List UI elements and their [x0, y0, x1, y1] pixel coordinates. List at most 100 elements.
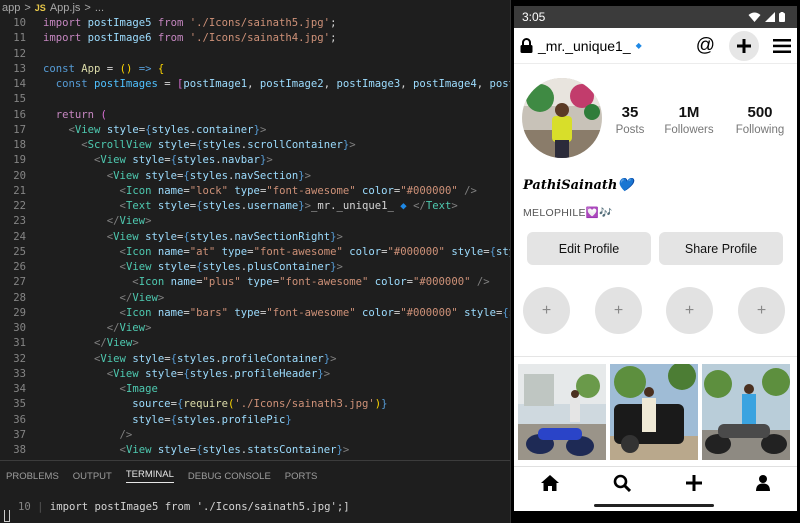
code-line: 37 />: [0, 428, 510, 443]
post-image: [518, 364, 606, 460]
share-profile-button[interactable]: Share Profile: [659, 232, 783, 265]
highlight-add-button[interactable]: +: [523, 287, 570, 334]
line-number: 28: [13, 291, 26, 304]
display-name: PathiSainath💙: [523, 178, 634, 193]
code-line: 34 <Image: [0, 382, 510, 397]
code-line: 26 <View style={styles.plusContainer}>: [0, 260, 510, 275]
line-number: 25: [13, 245, 26, 258]
user-icon[interactable]: [755, 474, 770, 491]
line-number: 12: [13, 47, 26, 60]
line-number: 18: [13, 139, 26, 151]
search-icon[interactable]: [613, 474, 632, 492]
code-line: 17 <View style={styles.container}>: [0, 123, 510, 138]
line-number: 22: [13, 200, 26, 212]
terminal-text: import postImage5 from './Icons/sainath5…: [49, 501, 350, 513]
code-editor[interactable]: app > JS App.js > ... 10 import postImage…: [0, 0, 510, 523]
tab-problems[interactable]: PROBLEMS: [6, 471, 59, 482]
line-number: 10: [13, 17, 26, 29]
code-line: 29 <Icon name="bars" type="font-awesome"…: [0, 306, 510, 321]
terminal-line[interactable]: 10 | import postImage5 from './Icons/sai…: [18, 501, 350, 513]
phone-screen: 3:05 _mr._unique1_ ◆ @ 35 Posts 1M Follo…: [514, 6, 797, 511]
line-number: 15: [13, 93, 26, 106]
divider: [514, 356, 797, 357]
signal-icon: [765, 12, 775, 22]
at-icon[interactable]: @: [696, 35, 715, 57]
code-area[interactable]: 10 import postImage5 from './Icons/sainat…: [0, 16, 510, 460]
line-number: 33: [13, 367, 26, 380]
username[interactable]: _mr._unique1_: [538, 38, 631, 54]
code-line: 19 <View style={styles.navbar}>: [0, 153, 510, 168]
code-line: 13 const App = () => {: [0, 62, 510, 77]
bars-icon[interactable]: [773, 38, 791, 53]
code-line: 15: [0, 92, 510, 107]
tab-terminal[interactable]: TERMINAL: [125, 469, 174, 483]
tab-ports[interactable]: PORTS: [285, 471, 318, 482]
post-thumbnail[interactable]: [702, 364, 790, 460]
stat-posts[interactable]: 35 Posts: [600, 104, 660, 136]
line-number: 31: [13, 337, 26, 350]
line-number: 17: [13, 123, 26, 136]
stat-following[interactable]: 500 Following: [730, 104, 790, 136]
tab-debug-console[interactable]: DEBUG CONSOLE: [188, 471, 271, 482]
breadcrumb: app > JS App.js > ...: [0, 0, 510, 16]
highlight-add-button[interactable]: +: [595, 287, 642, 334]
code-line: 22 <Text style={styles.username}>_mr._un…: [0, 199, 510, 214]
highlight-add-button[interactable]: +: [738, 287, 785, 334]
post-thumbnail[interactable]: [610, 364, 698, 460]
code-line: 33 <View style={styles.profileHeader}>: [0, 367, 510, 382]
code-line: 35 source={require('./Icons/sainath3.jpg…: [0, 397, 510, 412]
code-line: 16 return (: [0, 108, 510, 123]
line-number: 23: [13, 215, 26, 228]
line-number: 37: [13, 428, 26, 441]
line-number: 29: [13, 306, 26, 319]
code-line: 38 <View style={styles.statsContainer}>: [0, 443, 510, 458]
edit-profile-button[interactable]: Edit Profile: [527, 232, 651, 265]
plus-container[interactable]: [729, 30, 759, 61]
tab-output[interactable]: OUTPUT: [73, 471, 112, 482]
post-thumbnail[interactable]: [518, 364, 606, 460]
code-line: 36 style={styles.profilePic}: [0, 413, 510, 428]
line-number: 36: [13, 413, 26, 426]
stat-label: Posts: [615, 124, 645, 136]
code-line: 14 const postImages = [postImage1, postI…: [0, 77, 510, 92]
post-image: [610, 364, 698, 460]
code-line: 24 <View style={styles.navSectionRight}>: [0, 230, 510, 245]
code-line: 32 <View style={styles.profileContainer}…: [0, 352, 510, 367]
code-line: 12: [0, 47, 510, 62]
line-number: 21: [13, 184, 26, 197]
nav-section-right: @: [696, 30, 791, 61]
profile-photo-image: [522, 78, 602, 158]
line-number: 16: [13, 108, 26, 121]
profile-picture[interactable]: [522, 78, 602, 158]
plus-icon: [737, 38, 751, 53]
diamond-icon: ◆: [635, 41, 642, 50]
home-icon[interactable]: [541, 474, 560, 491]
highlight-add-button[interactable]: +: [666, 287, 713, 334]
code-line: 28 </View>: [0, 291, 510, 306]
line-number: 24: [13, 230, 26, 243]
lock-icon: [520, 38, 533, 53]
code-line: 21 <Icon name="lock" type="font-awesome"…: [0, 184, 510, 199]
terminal-line-number: 10: [18, 501, 31, 513]
stat-followers[interactable]: 1M Followers: [659, 104, 719, 136]
bottom-panel: PROBLEMS OUTPUT TERMINAL DEBUG CONSOLE P…: [0, 460, 510, 523]
code-line: 31 </View>: [0, 336, 510, 351]
home-indicator: [594, 504, 714, 507]
plus-icon[interactable]: [685, 474, 702, 491]
wifi-icon: [748, 12, 761, 22]
line-number: 32: [13, 352, 26, 365]
line-number: 13: [13, 62, 26, 75]
breadcrumb-folder[interactable]: app: [2, 2, 20, 14]
panel-tabs: PROBLEMS OUTPUT TERMINAL DEBUG CONSOLE P…: [0, 461, 510, 491]
line-number: 34: [13, 383, 26, 395]
breadcrumb-more[interactable]: ...: [95, 2, 104, 14]
code-line: 18 <ScrollView style={styles.scrollConta…: [0, 138, 510, 153]
line-number: 14: [13, 78, 26, 90]
line-number: 30: [13, 322, 26, 334]
breadcrumb-file[interactable]: App.js: [50, 2, 81, 14]
code-line: 27 <Icon name="plus" type="font-awesome"…: [0, 275, 510, 290]
battery-icon: [779, 12, 785, 22]
code-line: 23 </View>: [0, 214, 510, 229]
breadcrumb-separator: >: [84, 2, 91, 14]
stat-value: 1M: [678, 104, 700, 121]
